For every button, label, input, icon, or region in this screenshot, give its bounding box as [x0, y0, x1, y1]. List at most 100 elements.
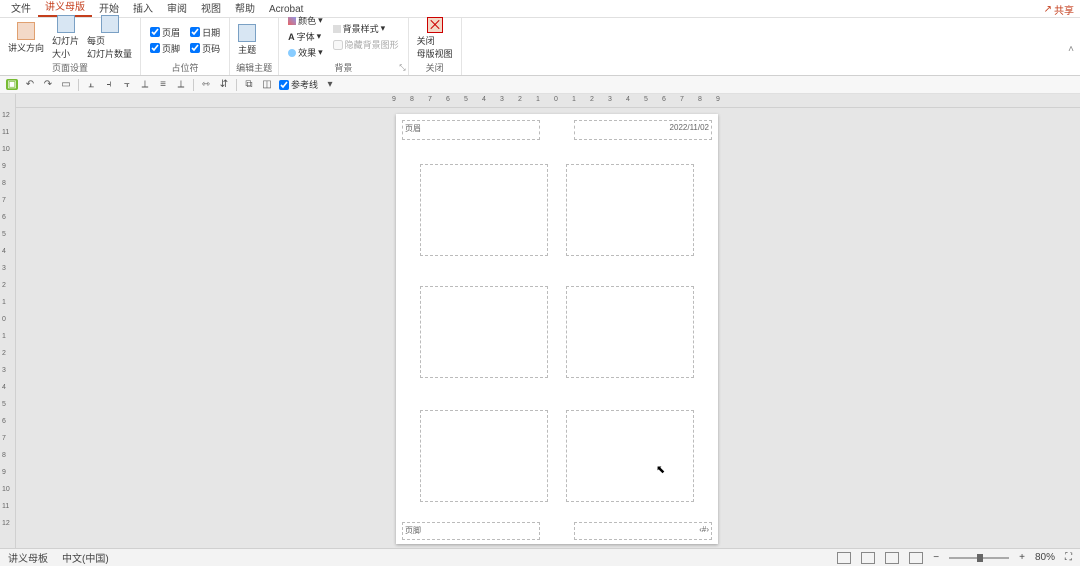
slideshow-button[interactable] [909, 552, 923, 564]
align-middle-icon[interactable]: ≡ [157, 79, 169, 90]
vertical-ruler[interactable]: 12 11 10 9 8 7 6 5 4 3 2 1 0 1 2 3 4 5 6… [0, 94, 16, 548]
group-label-edit-theme: 编辑主题 [236, 60, 272, 74]
chk-hide-bg-graphics[interactable]: 隐藏背景图形 [333, 38, 399, 51]
fit-window-button[interactable]: ⛶ [1065, 552, 1072, 563]
chk-header[interactable]: 页眉 [150, 26, 180, 39]
vtick: 1 [2, 299, 6, 306]
chart-icon[interactable]: ◫ [261, 79, 273, 90]
footer-placeholder[interactable]: 页脚 [402, 522, 540, 540]
colors-button[interactable]: 颜色 ▾ [288, 14, 323, 27]
slides-per-page-icon [101, 15, 119, 33]
tab-review[interactable]: 审阅 [160, 0, 194, 17]
date-placeholder[interactable]: 2022/11/02 [574, 120, 712, 140]
undo-icon[interactable]: ↶ [24, 79, 36, 90]
slide-placeholder-6[interactable] [566, 410, 694, 502]
normal-view-button[interactable] [837, 552, 851, 564]
effects-icon [288, 49, 296, 57]
vtick: 6 [2, 418, 6, 425]
chk-footer[interactable]: 页脚 [150, 42, 180, 55]
align-right-icon[interactable]: ⫟ [121, 79, 133, 90]
distribute-v-icon[interactable]: ⇵ [218, 79, 230, 90]
slide-placeholder-1[interactable] [420, 164, 548, 256]
vtick: 12 [2, 112, 10, 119]
htick: 4 [626, 96, 630, 103]
slide-placeholder-3[interactable] [420, 286, 548, 378]
share-button[interactable]: ↗ 共享 [1044, 2, 1074, 17]
vtick: 10 [2, 146, 10, 153]
htick: 8 [410, 96, 414, 103]
align-left-icon[interactable]: ⫠ [85, 79, 97, 90]
vtick: 8 [2, 180, 6, 187]
reading-view-button[interactable] [885, 552, 899, 564]
slides-per-page-label: 每页 幻灯片数量 [87, 34, 132, 60]
tab-view[interactable]: 视图 [194, 0, 228, 17]
slide-sorter-button[interactable] [861, 552, 875, 564]
chk-footer-label: 页脚 [162, 42, 180, 55]
themes-button[interactable]: 主题 [236, 24, 258, 56]
slide-size-icon [57, 15, 75, 33]
align-center-icon[interactable]: ⫞ [103, 79, 115, 90]
zoom-thumb[interactable] [977, 554, 983, 562]
vtick: 5 [2, 401, 6, 408]
group-label-page-setup: 页面设置 [6, 60, 134, 74]
effects-button[interactable]: 效果 ▾ [288, 46, 323, 59]
group-background: 颜色 ▾ A字体 ▾ 效果 ▾ 背景样式 ▾ 隐藏背景图形 背景 ⤡ [279, 18, 409, 75]
background-launcher[interactable]: ⤡ [399, 63, 405, 73]
chk-guides[interactable]: 参考线 [279, 78, 318, 91]
chk-page-number[interactable]: 页码 [190, 42, 220, 55]
save-icon[interactable]: ▣ [6, 79, 18, 90]
quick-access-toolbar: ▣ ↶ ↷ ▭ ⫠ ⫞ ⫟ ⟂ ≡ ⟂ ⇿ ⇵ ⧉ ◫ 参考线 ▾ [0, 76, 1080, 94]
slide-placeholder-4[interactable] [566, 286, 694, 378]
slide-size-button[interactable]: 幻灯片 大小 [50, 15, 81, 60]
distribute-h-icon[interactable]: ⇿ [200, 79, 212, 90]
htick: 3 [608, 96, 612, 103]
slide-placeholder-5[interactable] [420, 410, 548, 502]
from-beginning-icon[interactable]: ▭ [60, 79, 72, 90]
horizontal-ruler[interactable]: 9 8 7 6 5 4 3 2 1 0 1 2 3 4 5 6 7 8 9 [16, 94, 1080, 108]
chk-date-label: 日期 [202, 26, 220, 39]
fonts-button[interactable]: A字体 ▾ [288, 30, 323, 43]
htick: 9 [716, 96, 720, 103]
close-icon [427, 17, 443, 33]
slides-per-page-button[interactable]: 每页 幻灯片数量 [85, 15, 134, 60]
bg-styles-button[interactable]: 背景样式 ▾ [333, 22, 399, 35]
close-master-label: 关闭 母版视图 [417, 34, 453, 60]
vtick: 11 [2, 503, 9, 510]
group-label-background: 背景 [285, 60, 402, 74]
page-number-placeholder[interactable]: ‹#› [574, 522, 712, 540]
group-placeholders: 页眉 页脚 日期 页码 占位符 [141, 18, 230, 75]
close-master-button[interactable]: 关闭 母版视图 [415, 17, 455, 60]
status-language[interactable]: 中文(中国) [62, 550, 109, 565]
group-label-placeholders: 占位符 [147, 60, 223, 74]
share-icon: ↗ [1044, 4, 1052, 15]
colors-label: 颜色 [298, 14, 316, 27]
separator [236, 79, 237, 91]
tab-help[interactable]: 帮助 [228, 0, 262, 17]
vtick: 0 [2, 316, 6, 323]
collapse-ribbon-button[interactable]: ˄ [1068, 44, 1074, 55]
vtick: 10 [2, 486, 10, 493]
chk-date[interactable]: 日期 [190, 26, 220, 39]
vtick: 3 [2, 367, 6, 374]
qat-customize-icon[interactable]: ▾ [324, 79, 336, 90]
zoom-out-button[interactable]: − [933, 552, 939, 563]
vtick: 9 [2, 469, 6, 476]
handout-orientation-button[interactable]: 讲义方向 [6, 22, 46, 54]
zoom-slider[interactable] [949, 557, 1009, 559]
slide-placeholder-2[interactable] [566, 164, 694, 256]
redo-icon[interactable]: ↷ [42, 79, 54, 90]
separator [78, 79, 79, 91]
group-icon[interactable]: ⧉ [243, 79, 255, 90]
effects-label: 效果 [298, 46, 316, 59]
htick: 8 [698, 96, 702, 103]
orientation-label: 讲义方向 [8, 41, 44, 54]
zoom-in-button[interactable]: + [1019, 552, 1025, 563]
group-close: 关闭 母版视图 关闭 [409, 18, 462, 75]
handout-page[interactable]: 页眉 2022/11/02 页脚 ‹#› [396, 114, 718, 544]
zoom-percent[interactable]: 80% [1035, 552, 1055, 563]
htick: 1 [572, 96, 576, 103]
align-top-icon[interactable]: ⟂ [139, 79, 151, 90]
canvas[interactable]: 9 8 7 6 5 4 3 2 1 0 1 2 3 4 5 6 7 8 9 页眉… [16, 94, 1080, 548]
header-placeholder[interactable]: 页眉 [402, 120, 540, 140]
align-bottom-icon[interactable]: ⟂ [175, 79, 187, 90]
